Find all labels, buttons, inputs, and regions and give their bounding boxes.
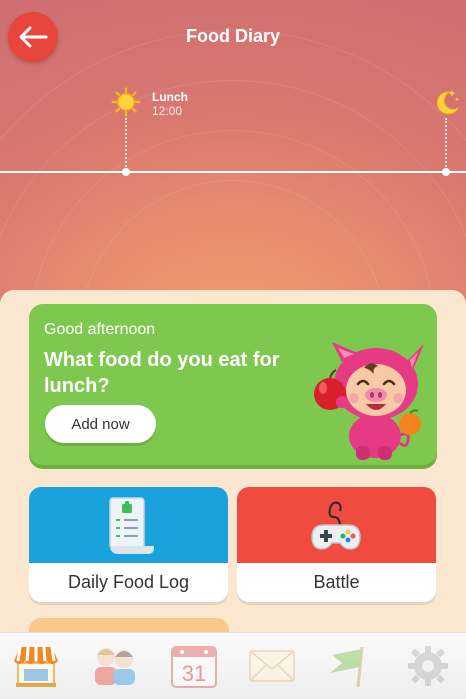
- friends-icon: [95, 648, 135, 685]
- battle-label: Battle: [313, 572, 360, 592]
- tab-mail[interactable]: [246, 641, 298, 691]
- gear-icon: [408, 646, 448, 686]
- meal-prompt-card[interactable]: Good afternoon What food do you eat for …: [29, 304, 437, 465]
- header-background: [0, 0, 466, 320]
- battle-card[interactable]: Battle: [237, 487, 436, 602]
- food-log-document-icon: [109, 497, 154, 554]
- timeline-dot-dinner: [442, 168, 450, 176]
- daily-food-log-card[interactable]: Daily Food Log: [29, 487, 228, 602]
- pig-mascot: [314, 342, 424, 460]
- timeline-tick-lunch: [125, 118, 127, 170]
- tab-calendar[interactable]: 31: [168, 641, 220, 691]
- flag-icon: [330, 646, 364, 688]
- moon-icon[interactable]: [430, 86, 462, 118]
- daily-food-log-label: Daily Food Log: [67, 572, 190, 592]
- timeline-dot-lunch: [122, 168, 130, 176]
- tab-flag[interactable]: [324, 641, 376, 691]
- mail-icon: [249, 650, 295, 682]
- meal-time: 12:00: [152, 104, 183, 118]
- sun-icon[interactable]: [111, 87, 141, 117]
- tab-friends[interactable]: [89, 641, 141, 691]
- calendar-date: 31: [181, 661, 207, 686]
- timeline-tick-dinner: [445, 118, 447, 170]
- gamepad-icon: [311, 501, 361, 550]
- bottom-tab-bar: 31: [0, 632, 466, 699]
- add-now-button[interactable]: Add now: [45, 405, 156, 443]
- greeting-text: Good afternoon: [44, 321, 156, 338]
- page-title: Food Diary: [185, 26, 280, 46]
- meal-question: What food do you eat for lunch?: [44, 349, 280, 397]
- shop-icon: [14, 646, 58, 687]
- tab-shop[interactable]: [10, 641, 62, 691]
- tab-settings[interactable]: [402, 641, 454, 691]
- timeline-line: [0, 171, 466, 173]
- meal-label: Lunch: [152, 90, 188, 104]
